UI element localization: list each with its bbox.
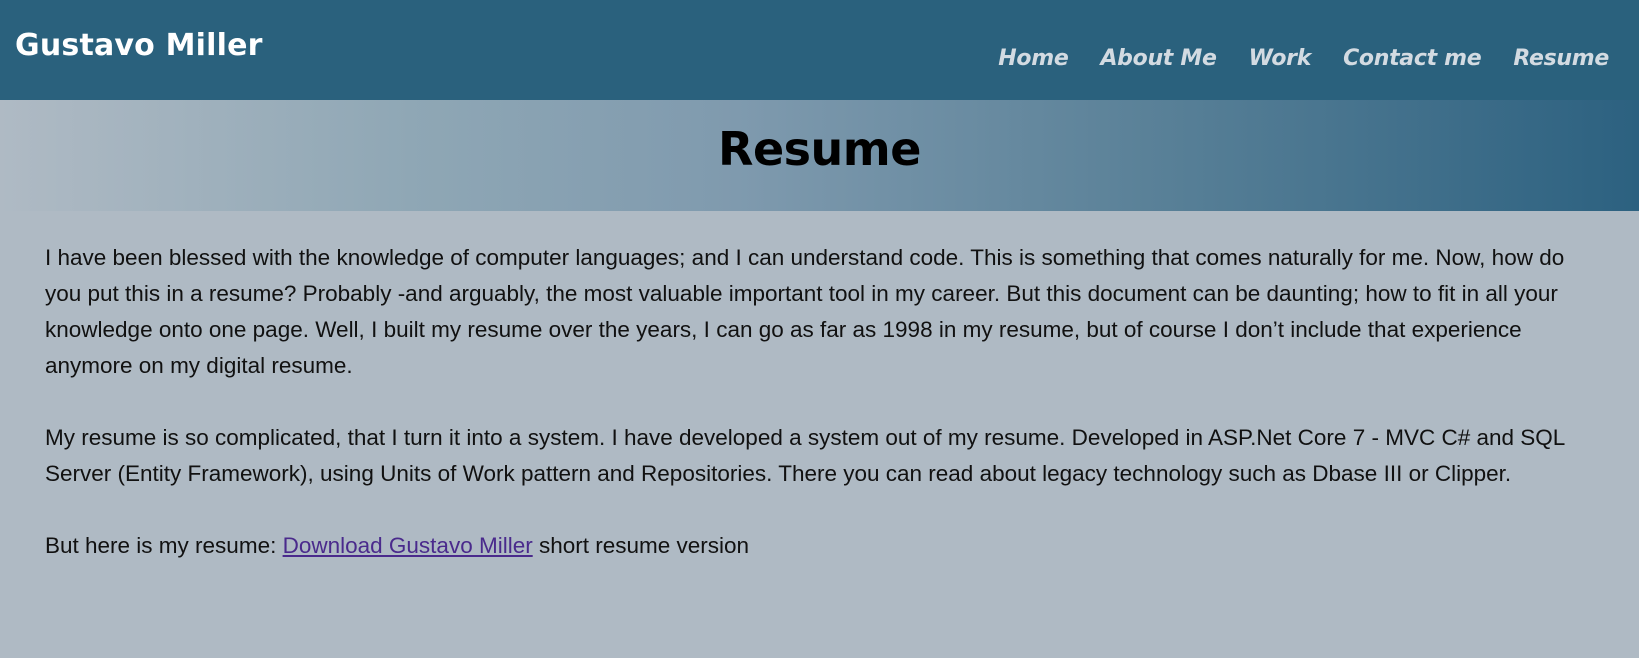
nav-item-work[interactable]: Work — [1249, 46, 1312, 71]
download-resume-link[interactable]: Download Gustavo Miller — [283, 533, 533, 558]
system-paragraph: My resume is so complicated, that I turn… — [45, 425, 1565, 486]
nav-item-contact-me[interactable]: Contact me — [1343, 46, 1482, 71]
site-brand[interactable]: Gustavo Miller — [15, 28, 263, 63]
download-paragraph: But here is my resume: Download Gustavo … — [45, 528, 1605, 564]
page-banner: Resume — [0, 100, 1639, 211]
resume-content: I have been blessed with the knowledge o… — [45, 240, 1605, 600]
page-title: Resume — [718, 122, 921, 176]
nav-item-resume[interactable]: Resume — [1513, 46, 1609, 71]
intro-paragraph: I have been blessed with the knowledge o… — [45, 245, 1565, 378]
download-prefix-text: But here is my resume: — [45, 533, 283, 558]
nav-item-about-me[interactable]: About Me — [1100, 46, 1216, 71]
download-suffix-text: short resume version — [532, 533, 750, 558]
nav-item-home[interactable]: Home — [998, 46, 1068, 71]
site-header: Gustavo Miller Home About Me Work Contac… — [0, 0, 1639, 100]
main-nav: Home About Me Work Contact me Resume — [966, 46, 1609, 71]
